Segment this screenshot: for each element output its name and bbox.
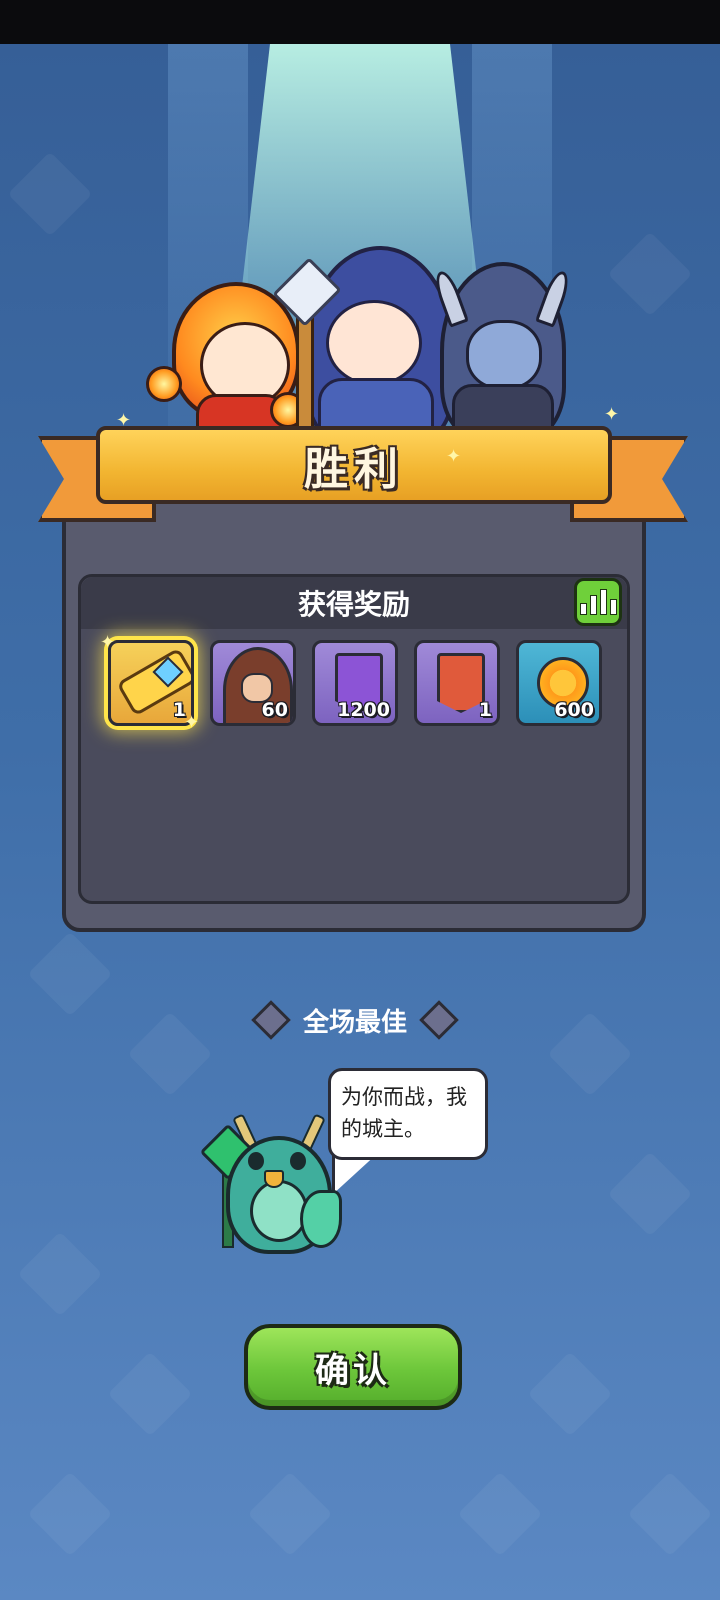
reward-item-gold-coin[interactable]: 600 xyxy=(516,640,602,726)
sparkle-icon: ✦ xyxy=(604,404,620,425)
reward-item-golden-key[interactable]: 1 xyxy=(108,640,194,726)
sparkle-icon: ✦ xyxy=(184,712,200,733)
speech-bubble: 为你而战，我的城主。 xyxy=(328,1068,488,1160)
page-title: 胜利 xyxy=(304,444,404,495)
confirm-button[interactable]: 确认 xyxy=(244,1324,462,1410)
reward-title: 获得奖励 xyxy=(297,588,410,621)
reward-item-purple-banner[interactable]: 1200 xyxy=(312,640,398,726)
sparkle-icon: ✦ xyxy=(446,446,462,467)
confirm-label: 确认 xyxy=(315,1350,391,1391)
reward-count: 1 xyxy=(478,699,492,721)
sparkle-icon: ✦ xyxy=(116,410,132,431)
diamond-icon xyxy=(419,1000,459,1040)
speech-text: 为你而战，我的城主。 xyxy=(341,1085,467,1141)
diamond-icon xyxy=(251,1000,291,1040)
status-bar xyxy=(0,0,720,44)
reward-item-flag-banner[interactable]: 1 xyxy=(414,640,500,726)
reward-count: 600 xyxy=(554,699,594,721)
reward-item-hooded-hero[interactable]: 60 xyxy=(210,640,296,726)
mvp-label-row: 全场最佳 xyxy=(250,1000,460,1040)
sparkle-icon: ✦ xyxy=(100,632,116,653)
victory-ribbon: 胜利 xyxy=(96,426,612,504)
reward-header: 获得奖励 xyxy=(81,577,627,629)
reward-count: 1200 xyxy=(337,699,390,721)
battle-stats-button[interactable] xyxy=(574,578,622,626)
mvp-label: 全场最佳 xyxy=(302,1007,407,1038)
reward-count: 60 xyxy=(261,699,288,721)
